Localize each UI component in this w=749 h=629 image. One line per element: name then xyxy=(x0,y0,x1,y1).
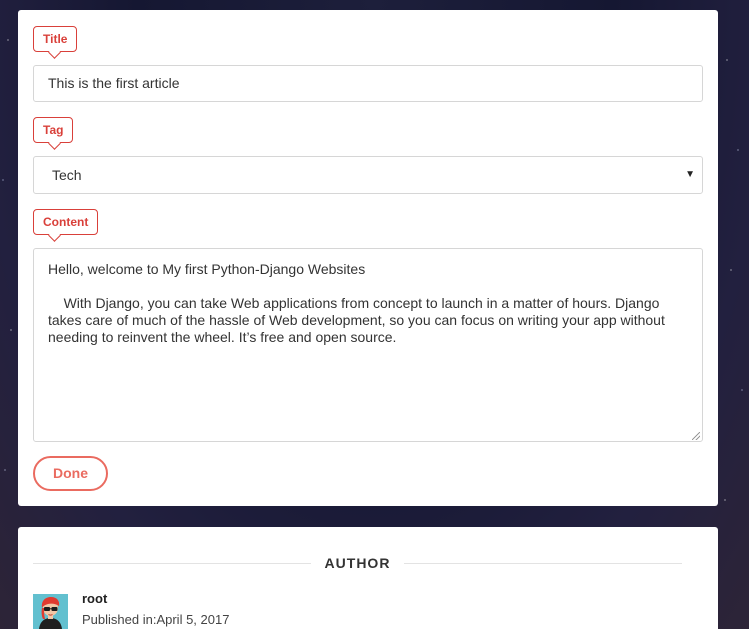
done-button[interactable]: Done xyxy=(33,456,108,491)
author-heading: AUTHOR xyxy=(18,554,718,572)
tag-select[interactable]: Tech ▼ xyxy=(33,156,703,194)
published-date: April 5, 2017 xyxy=(156,612,230,627)
dropdown-arrow-icon: ▼ xyxy=(685,169,695,180)
tag-label: Tag xyxy=(33,117,74,143)
author-card: AUTHOR root Published in:April 5, 2017 xyxy=(18,527,718,629)
title-input[interactable]: This is the first article xyxy=(33,65,703,102)
resize-handle-icon[interactable] xyxy=(692,432,700,440)
article-edit-card: Title This is the first article Tag Tech… xyxy=(18,10,718,506)
tag-select-value: Tech xyxy=(52,167,82,183)
published-label: Published in: xyxy=(82,612,157,627)
user-avatar-icon xyxy=(33,594,68,629)
title-label: Title xyxy=(33,26,78,52)
divider-right xyxy=(404,563,682,564)
content-textarea[interactable]: Hello, welcome to My first Python-Django… xyxy=(33,248,703,442)
author-name: root xyxy=(82,591,108,606)
published-info: Published in:April 5, 2017 xyxy=(82,612,229,627)
content-label: Content xyxy=(33,209,99,235)
